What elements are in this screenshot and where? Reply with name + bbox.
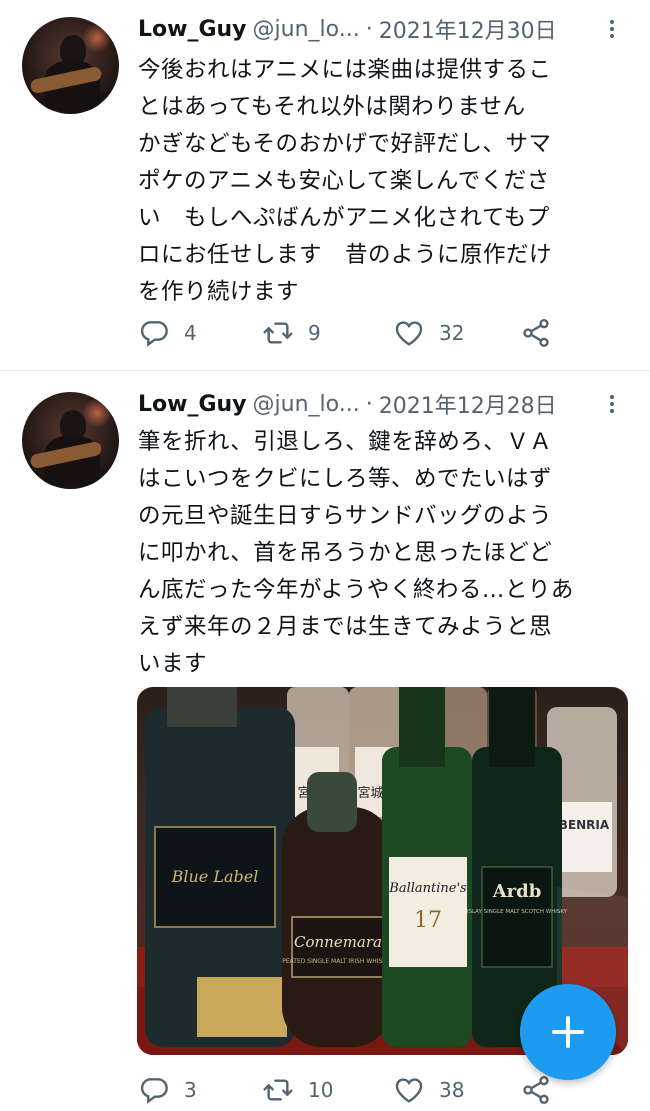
- like-count: 32: [439, 321, 465, 345]
- separator-dot: ·: [365, 391, 373, 417]
- avatar[interactable]: [22, 392, 119, 489]
- display-name[interactable]: Low_Guy: [138, 392, 247, 417]
- display-name[interactable]: Low_Guy: [138, 17, 247, 42]
- reply-button[interactable]: 3: [138, 1073, 197, 1107]
- retweet-count: 10: [308, 1078, 334, 1102]
- retweet-icon: [263, 1079, 293, 1101]
- heart-icon: [395, 321, 423, 346]
- share-icon: [523, 319, 549, 347]
- tweet-header: Low_Guy @jun_lo... · 2021年12月28日: [138, 388, 557, 420]
- heart-icon: [395, 1078, 423, 1103]
- like-button[interactable]: 32: [393, 316, 464, 350]
- retweet-count: 9: [308, 321, 321, 345]
- more-vertical-icon[interactable]: [602, 14, 622, 44]
- more-vertical-icon[interactable]: [602, 389, 622, 419]
- like-button[interactable]: 38: [393, 1073, 464, 1107]
- ballantines-age: 17: [414, 908, 442, 933]
- ballantines-label: Ballantine's: [388, 881, 467, 896]
- connemara-sub-label: PEATED SINGLE MALT IRISH WHISKEY: [282, 958, 394, 965]
- avatar[interactable]: [22, 17, 119, 114]
- user-handle[interactable]: @jun_lo...: [253, 392, 360, 417]
- tweet-text: 今後おれはアニメには楽曲は提供するこ とはあってもそれ以外は関わりません かぎな…: [138, 57, 553, 305]
- retweet-button[interactable]: 9: [262, 316, 321, 350]
- retweet-button[interactable]: 10: [262, 1073, 333, 1107]
- like-count: 38: [439, 1078, 465, 1102]
- share-button[interactable]: [520, 1073, 552, 1107]
- tweet-actions: 4 9 32: [138, 316, 598, 350]
- tweet-header: Low_Guy @jun_lo... · 2021年12月30日: [138, 13, 557, 45]
- reply-count: 4: [184, 321, 197, 345]
- reply-icon: [140, 321, 168, 347]
- blue-label-text: Blue Label: [171, 867, 259, 886]
- separator-dot: ·: [365, 16, 373, 42]
- tweet-text: 筆を折れ、引退しろ、鍵を辞めろ、ＶＡ はこいつをクビにしろ等、めでたいはず の元…: [138, 429, 574, 677]
- tweet-1[interactable]: Low_Guy @jun_lo... · 2021年12月30日 今後おれはアニ…: [0, 0, 650, 371]
- connemara-label: Connemara: [294, 933, 382, 951]
- retweet-icon: [263, 322, 293, 344]
- reply-count: 3: [184, 1078, 197, 1102]
- tweet-date[interactable]: 2021年12月30日: [379, 13, 557, 45]
- ardbeg-label: Ardb: [492, 881, 542, 902]
- reply-button[interactable]: 4: [138, 316, 197, 350]
- reply-icon: [140, 1078, 168, 1104]
- share-icon: [523, 1076, 549, 1104]
- compose-plus-icon: [552, 1016, 584, 1048]
- share-button[interactable]: [520, 316, 552, 350]
- user-handle[interactable]: @jun_lo...: [253, 17, 360, 42]
- compose-button[interactable]: [520, 984, 616, 1080]
- ardbeg-sub-label: ISLAY SINGLE MALT SCOTCH WHISKY: [467, 909, 568, 915]
- benriach-label: BENRIA: [559, 818, 610, 832]
- tweet-actions: 3 10 38: [138, 1073, 598, 1107]
- tweet-date[interactable]: 2021年12月28日: [379, 388, 557, 420]
